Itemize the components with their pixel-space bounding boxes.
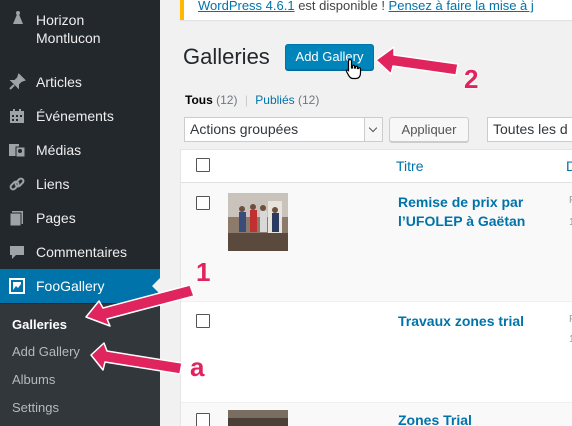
submenu-add-gallery[interactable]: Add Gallery <box>12 344 80 360</box>
menu-foogallery[interactable]: FooGallery <box>0 269 160 303</box>
foogallery-submenu: Galleries Add Gallery Albums Settings <box>0 304 160 426</box>
date-filter-select[interactable]: Toutes les d <box>487 117 572 142</box>
notice-middle: est disponible ! <box>294 0 389 13</box>
filter-separator: | <box>244 93 248 107</box>
gallery-icon <box>9 278 25 294</box>
galleries-table: Titre D Remise de prix par l’UFOLEP à Ga… <box>180 149 572 426</box>
bulk-actions-select[interactable]: Actions groupées <box>184 117 383 142</box>
menu-label: Pages <box>36 210 76 226</box>
menu-articles[interactable]: Articles <box>0 65 160 99</box>
media-icon <box>9 144 26 158</box>
submenu-albums[interactable]: Albums <box>12 372 55 388</box>
arrow-2 <box>375 46 459 76</box>
column-date[interactable]: D <box>566 158 572 174</box>
table-row: Travaux zones trial P 1 <box>181 302 572 403</box>
bulk-actions-value: Actions groupées <box>190 121 299 137</box>
gallery-title-link[interactable]: Remise de prix par l’UFOLEP à Gaëtan <box>398 193 548 231</box>
gallery-thumbnail[interactable] <box>228 410 288 426</box>
notice-update-link[interactable]: Pensez à faire la mise à j <box>389 0 534 13</box>
comment-icon <box>10 246 24 259</box>
page-title: Galleries <box>183 44 270 69</box>
column-title[interactable]: Titre <box>396 158 423 174</box>
filter-all-count: (12) <box>216 93 238 107</box>
menu-label: Événements <box>36 108 114 124</box>
site-home-link[interactable]: Horizon Montlucon <box>0 6 160 54</box>
annotation-1: 1 <box>196 257 211 287</box>
submenu-settings[interactable]: Settings <box>12 400 59 416</box>
submenu-galleries[interactable]: Galleries <box>12 317 67 333</box>
menu-pages[interactable]: Pages <box>0 201 160 235</box>
menu-label: Articles <box>36 74 82 90</box>
row-checkbox[interactable] <box>196 314 210 328</box>
dashboard-icon <box>13 11 23 24</box>
calendar-icon <box>10 109 24 123</box>
menu-medias[interactable]: Médias <box>0 133 160 167</box>
gallery-thumbnail[interactable] <box>228 193 288 251</box>
apply-button[interactable]: Appliquer <box>389 117 469 142</box>
notice-version-link[interactable]: WordPress 4.6.1 <box>198 0 295 13</box>
annotation-a: a <box>190 352 205 382</box>
annotation-2: 2 <box>464 64 479 94</box>
chevron-down-icon <box>364 118 382 141</box>
filter-published-count: (12) <box>297 93 320 107</box>
select-all-checkbox[interactable] <box>196 158 210 172</box>
hand-cursor-icon <box>345 58 362 80</box>
notice-text: WordPress 4.6.1 est disponible ! Pensez … <box>198 0 534 13</box>
status-filters: Tous (12) | Publiés (12) <box>185 93 319 107</box>
menu-label: Liens <box>36 176 70 192</box>
menu-commentaires[interactable]: Commentaires <box>0 235 160 269</box>
menu-label: Commentaires <box>36 244 128 260</box>
pin-icon <box>9 73 26 90</box>
gallery-title-link[interactable]: Travaux zones trial <box>398 312 548 331</box>
row-checkbox[interactable] <box>196 413 210 426</box>
admin-sidebar: Horizon Montlucon Articles Événements Mé… <box>0 0 160 426</box>
row-checkbox[interactable] <box>196 196 210 210</box>
filter-all[interactable]: Tous <box>185 93 213 107</box>
pages-icon <box>9 211 23 227</box>
filter-published[interactable]: Publiés <box>255 93 294 107</box>
table-row: Remise de prix par l’UFOLEP à Gaëtan P 1 <box>181 183 572 302</box>
update-notice: WordPress 4.6.1 est disponible ! Pensez … <box>180 0 572 20</box>
menu-liens[interactable]: Liens <box>0 167 160 201</box>
menu-evenements[interactable]: Événements <box>0 99 160 133</box>
table-header: Titre D <box>181 150 572 183</box>
gallery-title-link[interactable]: Zones Trial <box>398 411 548 426</box>
site-name: Horizon Montlucon <box>36 12 101 46</box>
menu-label: Médias <box>36 142 82 158</box>
link-icon <box>9 177 25 191</box>
table-row: Zones Trial <box>181 403 572 426</box>
date-filter-value: Toutes les d <box>493 121 568 137</box>
menu-label: FooGallery <box>36 278 105 294</box>
